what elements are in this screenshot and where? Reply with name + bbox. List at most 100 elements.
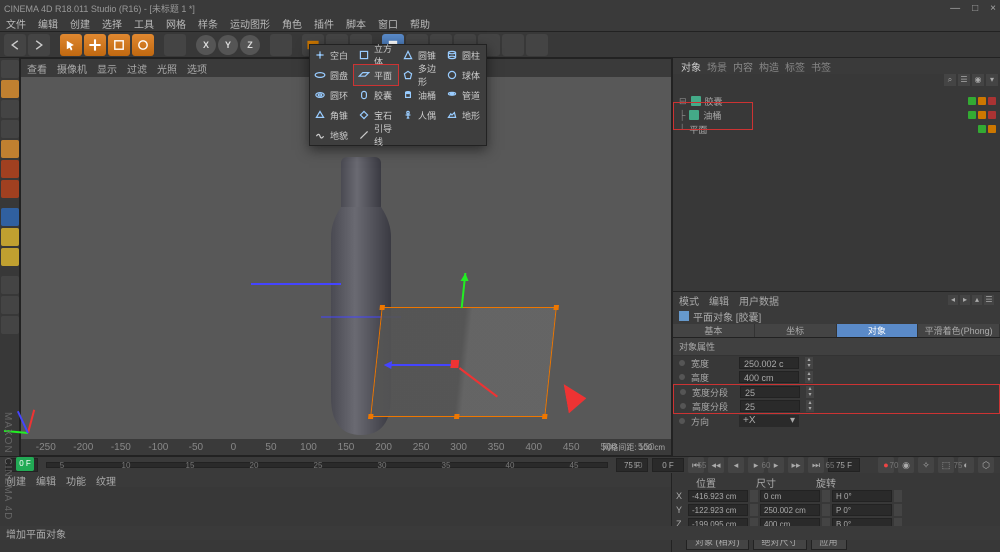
menu-window[interactable]: 窗口 (378, 16, 398, 31)
prim-cube[interactable]: 立方体 (354, 45, 398, 65)
prim-guide[interactable]: 引导线 (354, 125, 398, 145)
next-key-icon[interactable]: ▸▸ (788, 457, 804, 473)
primitive-popup: 空白 立方体 圆锥 圆柱 圆盘 平面 多边形 球体 圆环 胶囊 油桶 管道 角锥… (309, 44, 487, 146)
y-axis-toggle[interactable]: Y (218, 35, 238, 55)
select-tool[interactable] (60, 34, 82, 56)
tweak-mode[interactable] (1, 296, 19, 314)
menu-character[interactable]: 角色 (282, 16, 302, 31)
mini-axis-gizmo (27, 397, 63, 433)
attr-tab-phong[interactable]: 平滑着色(Phong) (918, 324, 1000, 337)
timeline-marker[interactable]: 0 F (16, 457, 34, 471)
attr-object-title: 平面对象 [胶囊] (693, 309, 761, 324)
attr-tab-object[interactable]: 对象 (837, 324, 919, 337)
prim-tube[interactable]: 管道 (442, 85, 486, 105)
snap-toggle[interactable] (1, 228, 19, 246)
menu-mesh[interactable]: 网格 (166, 16, 186, 31)
y-axis-handle[interactable] (461, 273, 467, 308)
x-axis-toggle[interactable]: X (196, 35, 216, 55)
prim-null[interactable]: 空白 (310, 45, 354, 65)
menu-create[interactable]: 创建 (70, 16, 90, 31)
prim-torus[interactable]: 圆环 (310, 85, 354, 105)
light-menu[interactable] (526, 34, 548, 56)
material-panel[interactable]: 创建 编辑 功能 纹理 (0, 473, 672, 552)
scale-tool[interactable] (108, 34, 130, 56)
next-frame-icon[interactable]: ▸ (768, 457, 784, 473)
point-mode[interactable] (1, 140, 19, 158)
close-icon[interactable]: × (990, 3, 996, 14)
menu-edit[interactable]: 编辑 (38, 16, 58, 31)
prev-frame-icon[interactable]: ◂ (728, 457, 744, 473)
minimize-icon[interactable]: — (950, 3, 960, 14)
menu-script[interactable]: 脚本 (346, 16, 366, 31)
field-width: 宽度250.002 c▴▾ (673, 356, 1000, 370)
recent-tool[interactable] (164, 34, 186, 56)
redo-button[interactable] (28, 34, 50, 56)
attr-up-icon[interactable]: ▴ (972, 295, 982, 305)
attr-menu-icon[interactable]: ☰ (984, 295, 994, 305)
menu-file[interactable]: 文件 (6, 16, 26, 31)
field-direction: 方向+X▾ (673, 414, 1000, 428)
watermark: MAXON CINEMA 4D (0, 408, 15, 524)
field-height-seg: 高度分段25▴▾ (674, 399, 999, 413)
axis-mode[interactable] (1, 208, 19, 226)
prim-relief[interactable]: 地貌 (310, 125, 354, 145)
soft-select[interactable] (1, 276, 19, 294)
poly-mode[interactable] (1, 180, 19, 198)
camera-menu[interactable] (502, 34, 524, 56)
menu-tool[interactable]: 工具 (134, 16, 154, 31)
texture-mode[interactable] (1, 100, 19, 118)
prim-oiltank[interactable]: 油桶 (398, 85, 442, 105)
rotate-tool[interactable] (132, 34, 154, 56)
menu-help[interactable]: 帮助 (410, 16, 430, 31)
goto-end-icon[interactable]: ⏭ (808, 457, 824, 473)
om-filter-icon[interactable]: ☰ (958, 74, 970, 86)
menu-plugin[interactable]: 插件 (314, 16, 334, 31)
cur-frame[interactable]: 0 F (652, 458, 684, 472)
prim-landscape[interactable]: 地形 (442, 105, 486, 125)
attr-tab-coord[interactable]: 坐标 (755, 324, 837, 337)
om-eye-icon[interactable]: ◉ (972, 74, 984, 86)
undo-button[interactable] (4, 34, 26, 56)
range-slider[interactable] (46, 462, 608, 468)
attr-tab-basic[interactable]: 基本 (673, 324, 755, 337)
move-tool[interactable] (84, 34, 106, 56)
prim-figure[interactable]: 人偶 (398, 105, 442, 125)
status-bar: 增加平面对象 (0, 526, 1000, 540)
key-pos-icon[interactable]: ✧ (918, 457, 934, 473)
maximize-icon[interactable]: □ (972, 3, 978, 14)
om-collapse-icon[interactable]: ▾ (986, 74, 998, 86)
menu-select[interactable]: 选择 (102, 16, 122, 31)
transport-bar: 0 F 75 F 0 F ⏮ ◂◂ ◂ ▸ ▸ ▸▸ ⏭ 75 F ● ◉ ✧ … (0, 457, 1000, 473)
attr-next-icon[interactable]: ▸ (960, 295, 970, 305)
prim-pyramid[interactable]: 角锥 (310, 105, 354, 125)
prev-key-icon[interactable]: ◂◂ (708, 457, 724, 473)
workplane-mode[interactable] (1, 120, 19, 138)
x-axis-handle[interactable] (385, 364, 455, 366)
snap-settings[interactable] (1, 248, 19, 266)
prim-cylinder[interactable]: 圆柱 (442, 45, 486, 65)
end-frame[interactable]: 75 F (616, 458, 648, 472)
center-handle[interactable] (451, 360, 460, 368)
prim-plane[interactable]: 平面 (354, 65, 398, 85)
prim-disc[interactable]: 圆盘 (310, 65, 354, 85)
menu-mograph[interactable]: 运动图形 (230, 16, 270, 31)
z-axis-toggle[interactable]: Z (240, 35, 260, 55)
plane-object[interactable] (370, 307, 557, 417)
key-scale-icon[interactable]: ⬚ (938, 457, 954, 473)
prim-capsule[interactable]: 胶囊 (354, 85, 398, 105)
object-manager[interactable]: ⌕ ☰ ◉ ▾ ⊟胶囊 ├油桶 └平面 (673, 74, 1000, 292)
autokey-icon[interactable]: ◉ (898, 457, 914, 473)
attr-prev-icon[interactable]: ◂ (948, 295, 958, 305)
make-editable[interactable] (1, 60, 19, 78)
prim-polygon[interactable]: 多边形 (398, 65, 442, 85)
om-search-icon[interactable]: ⌕ (944, 74, 956, 86)
coord-system[interactable] (270, 34, 292, 56)
edge-mode[interactable] (1, 160, 19, 178)
viewport-solo[interactable] (1, 316, 19, 334)
field-width-seg: 宽度分段25▴▾ (674, 385, 999, 399)
key-param-icon[interactable]: ⬡ (978, 457, 994, 473)
menu-spline[interactable]: 样条 (198, 16, 218, 31)
prim-sphere[interactable]: 球体 (442, 65, 486, 85)
mode-toolbar (0, 58, 20, 456)
model-mode[interactable] (1, 80, 19, 98)
